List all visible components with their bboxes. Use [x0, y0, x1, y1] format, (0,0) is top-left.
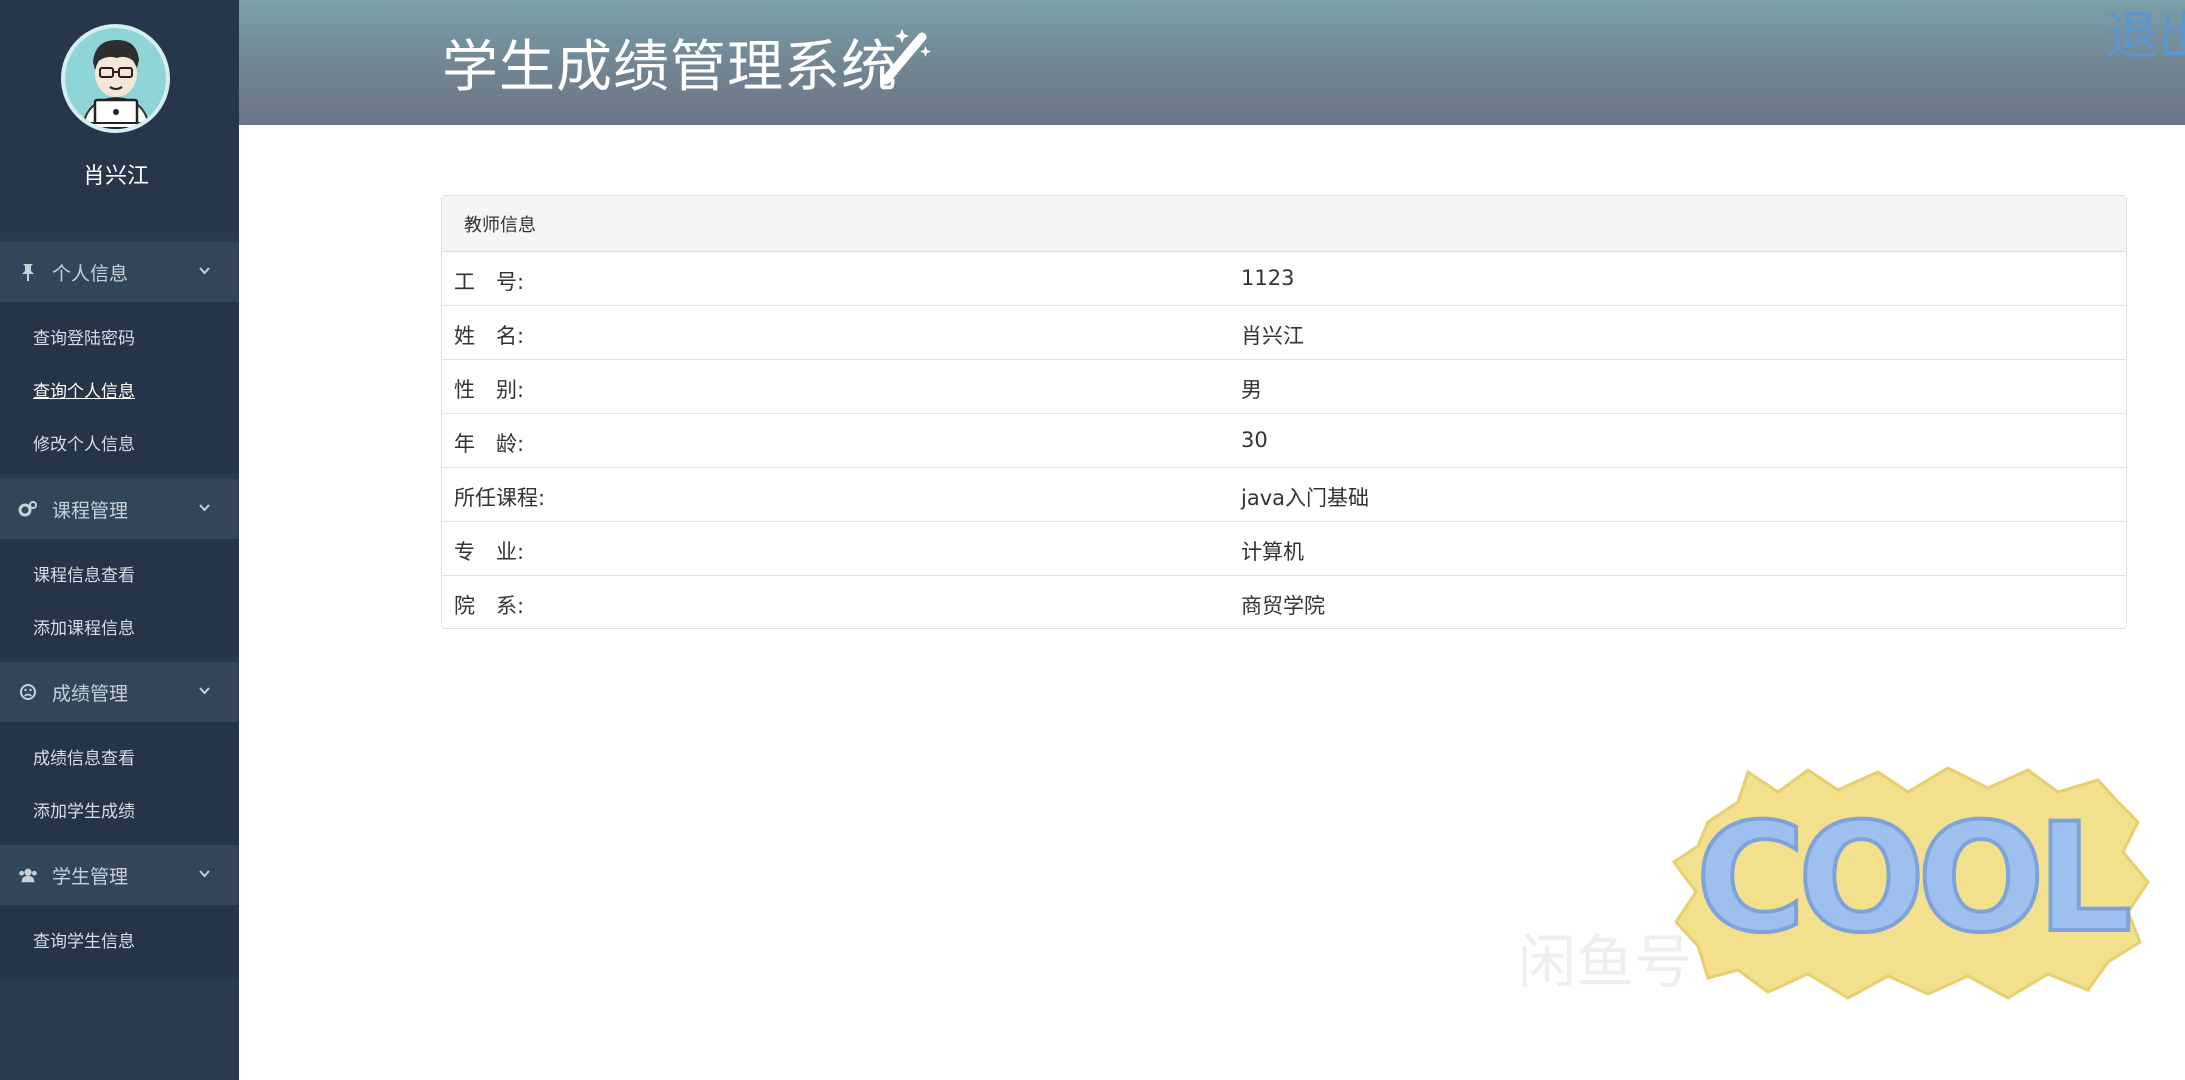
page-title: 学生成绩管理系统 [442, 35, 898, 100]
sidebar-group-label: 课程管理 [52, 499, 129, 522]
field-label-major: 专 业: [454, 540, 525, 564]
sticker-text: COOL [1696, 792, 2129, 966]
sidebar-item-query-password[interactable]: 查询登陆密码 [33, 324, 135, 349]
profile-name: 肖兴江 [82, 164, 149, 189]
sidebar-item-query-students[interactable]: 查询学生信息 [33, 927, 135, 952]
field-value-course: java入门基础 [1241, 486, 1369, 510]
sidebar-group-label: 学生管理 [52, 865, 129, 888]
avatar [61, 24, 170, 133]
field-value-id: 1123 [1241, 266, 1295, 290]
field-value-major: 计算机 [1241, 540, 1304, 564]
teacher-info-panel: 教师信息 工 号: 1123 姓 名: 肖兴江 性 别: 男 年 龄: 30 所… [441, 195, 2127, 629]
sidebar-group-student-management[interactable]: 学生管理 [0, 845, 239, 905]
profile-card: 肖兴江 [0, 0, 239, 232]
field-label-department: 院 系: [454, 594, 525, 618]
sidebar-group-course-management[interactable]: 课程管理 [0, 479, 239, 539]
cogs-icon [18, 499, 38, 519]
table-row: 工 号: 1123 [442, 252, 2126, 306]
field-value-gender: 男 [1241, 378, 1262, 402]
field-label-age: 年 龄: [454, 432, 525, 456]
sidebar-group-personal-info-items: 查询登陆密码 查询个人信息 修改个人信息 [0, 302, 239, 473]
sidebar: 肖兴江 个人信息 查询登陆密码 查询个人信息 修改个人信息 课程管理 课程信息查… [0, 0, 239, 1080]
field-label-name: 姓 名: [454, 324, 525, 348]
sidebar-item-edit-personal-info[interactable]: 修改个人信息 [33, 430, 135, 455]
sidebar-group-student-items: 查询学生信息 [0, 905, 239, 977]
table-row: 所任课程: java入门基础 [442, 468, 2126, 522]
sidebar-group-personal-info[interactable]: 个人信息 [0, 242, 239, 302]
sidebar-group-label: 成绩管理 [52, 682, 129, 705]
table-row: 院 系: 商贸学院 [442, 576, 2126, 630]
table-row: 性 别: 男 [442, 360, 2126, 414]
sidebar-item-add-course[interactable]: 添加课程信息 [33, 614, 135, 639]
field-value-age: 30 [1241, 428, 1268, 452]
logout-button[interactable]: 退出 [2106, 0, 2185, 69]
panel-heading: 教师信息 [442, 196, 2126, 252]
field-value-name: 肖兴江 [1241, 324, 1304, 348]
sidebar-item-query-personal-info[interactable]: 查询个人信息 [33, 377, 135, 402]
table-row: 姓 名: 肖兴江 [442, 306, 2126, 360]
field-label-gender: 性 别: [454, 378, 525, 402]
sidebar-item-add-grade[interactable]: 添加学生成绩 [33, 797, 135, 822]
field-value-department: 商贸学院 [1241, 594, 1325, 618]
magic-wand-icon [881, 29, 931, 85]
sidebar-group-label: 个人信息 [52, 262, 129, 285]
sidebar-item-view-grades[interactable]: 成绩信息查看 [33, 744, 135, 769]
table-row: 专 业: 计算机 [442, 522, 2126, 576]
chevron-down-icon [199, 870, 210, 878]
chevron-down-icon [199, 267, 210, 275]
pin-icon [18, 262, 38, 282]
frown-icon [18, 682, 38, 702]
watermark: 闲鱼号 [1518, 928, 1693, 996]
users-icon [18, 865, 38, 885]
chevron-down-icon [199, 504, 210, 512]
sidebar-group-grade-management[interactable]: 成绩管理 [0, 662, 239, 722]
sidebar-item-view-courses[interactable]: 课程信息查看 [33, 561, 135, 586]
chevron-down-icon [199, 687, 210, 695]
field-label-course: 所任课程: [454, 486, 546, 510]
table-row: 年 龄: 30 [442, 414, 2126, 468]
cool-sticker: COOL [1671, 766, 2150, 1000]
field-label-id: 工 号: [454, 270, 525, 294]
sidebar-group-course-items: 课程信息查看 添加课程信息 [0, 539, 239, 657]
sidebar-group-grade-items: 成绩信息查看 添加学生成绩 [0, 722, 239, 845]
